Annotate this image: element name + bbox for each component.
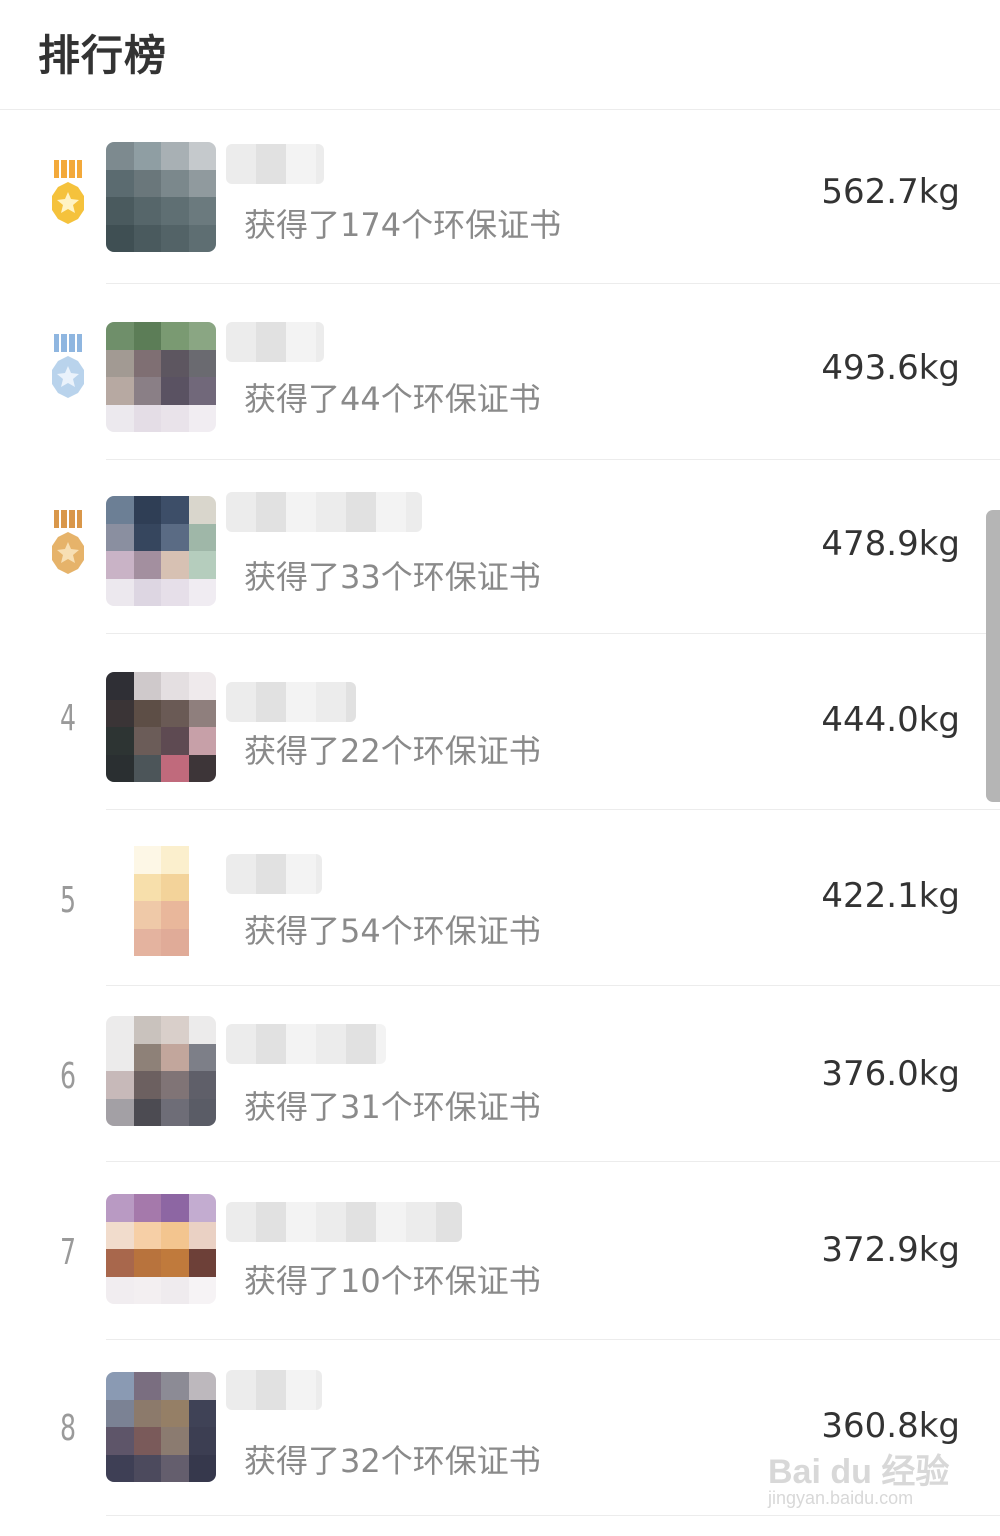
- username-redacted: [226, 682, 356, 722]
- list-item[interactable]: 5 获得了54个环保证书 422.1kg: [0, 810, 1000, 986]
- avatar: [106, 672, 216, 782]
- certificate-count: 获得了10个环保证书: [244, 1262, 541, 1300]
- username-redacted: [226, 1024, 386, 1064]
- certificate-count: 获得了31个环保证书: [244, 1088, 541, 1126]
- rank-number: 7: [59, 1232, 77, 1273]
- list-item[interactable]: 7 获得了10个环保证书 372.9kg: [0, 1162, 1000, 1340]
- list-item[interactable]: 6 获得了31个环保证书 376.0kg: [0, 986, 1000, 1162]
- weight-value: 376.0kg: [821, 1054, 960, 1094]
- avatar: [106, 1016, 216, 1126]
- divider: [106, 1515, 1000, 1516]
- watermark-logo-text: Bai du 经验: [768, 1453, 950, 1491]
- certificate-count: 获得了32个环保证书: [244, 1442, 541, 1480]
- avatar: [106, 1194, 216, 1304]
- username-redacted: [226, 1202, 462, 1242]
- rank-number: 8: [59, 1408, 77, 1449]
- weight-value: 444.0kg: [821, 700, 960, 740]
- avatar: [106, 322, 216, 432]
- weight-value: 478.9kg: [821, 524, 960, 564]
- scrollbar[interactable]: [986, 510, 1000, 802]
- avatar: [106, 846, 216, 956]
- page-title: 排行榜: [38, 31, 168, 80]
- weight-value: 422.1kg: [821, 876, 960, 916]
- list-item[interactable]: 4 获得了22个环保证书 444.0kg: [0, 634, 1000, 810]
- weight-value: 562.7kg: [821, 172, 960, 212]
- weight-value: 372.9kg: [821, 1230, 960, 1270]
- certificate-count: 获得了54个环保证书: [244, 912, 541, 950]
- gold-medal-icon: [52, 160, 84, 224]
- username-redacted: [226, 322, 324, 362]
- header-bar: 排行榜: [0, 0, 1000, 110]
- username-redacted: [226, 1370, 322, 1410]
- list-item[interactable]: 获得了33个环保证书 478.9kg: [0, 460, 1000, 634]
- certificate-count: 获得了33个环保证书: [244, 558, 541, 596]
- certificate-count: 获得了22个环保证书: [244, 732, 541, 770]
- silver-medal-icon: [52, 334, 84, 398]
- list-item[interactable]: 获得了174个环保证书 562.7kg: [0, 110, 1000, 284]
- certificate-count: 获得了44个环保证书: [244, 380, 541, 418]
- rank-number: 6: [59, 1056, 77, 1097]
- username-redacted: [226, 854, 322, 894]
- rank-number: 4: [59, 698, 77, 739]
- avatar: [106, 1372, 216, 1482]
- bronze-medal-icon: [52, 510, 84, 574]
- weight-value: 493.6kg: [821, 348, 960, 388]
- username-redacted: [226, 492, 422, 532]
- username-redacted: [226, 144, 324, 184]
- rank-number: 5: [59, 880, 77, 921]
- certificate-count: 获得了174个环保证书: [244, 206, 562, 244]
- watermark-url: jingyan.baidu.com: [768, 1488, 914, 1508]
- list-item[interactable]: 获得了44个环保证书 493.6kg: [0, 284, 1000, 460]
- avatar: [106, 142, 216, 252]
- avatar: [106, 496, 216, 606]
- baidu-jingyan-watermark: Bai du 经验 jingyan.baidu.com: [762, 1434, 962, 1514]
